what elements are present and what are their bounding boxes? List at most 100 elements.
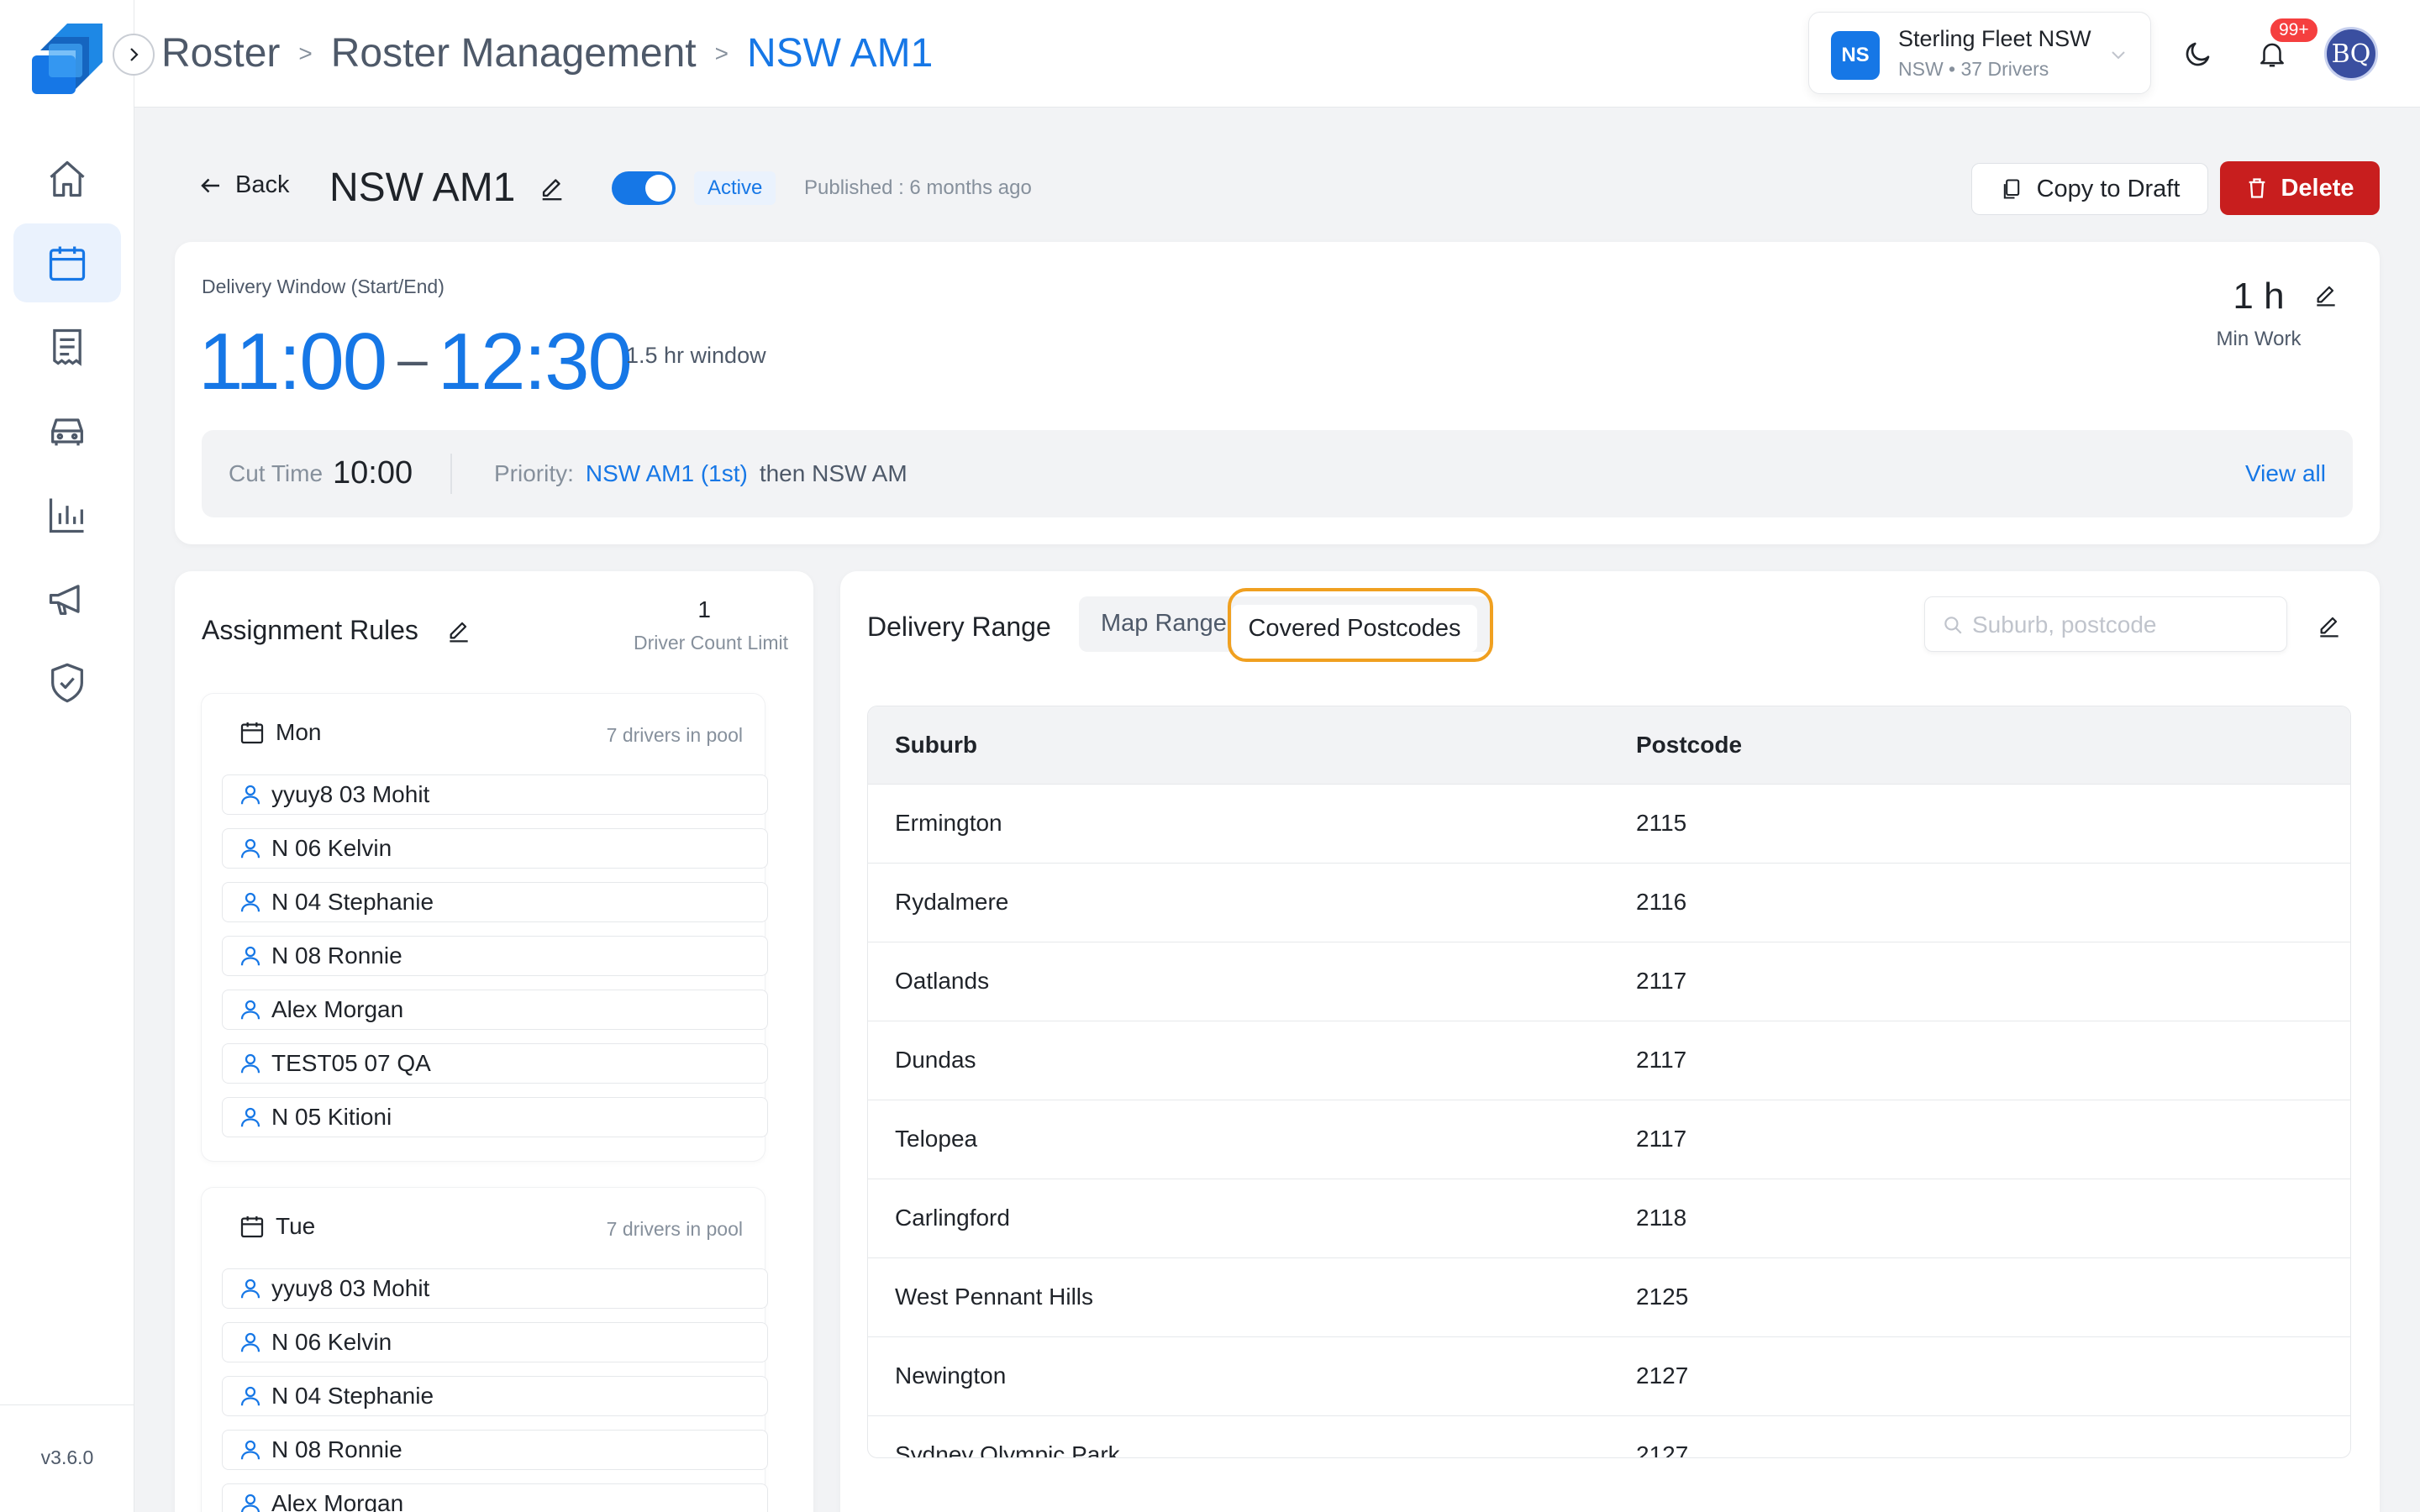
edit-title-icon[interactable] xyxy=(538,173,566,202)
postcode-cell: 2125 xyxy=(1636,1284,1689,1310)
breadcrumb-roster[interactable]: Roster xyxy=(161,30,280,76)
page-title: NSW AM1 xyxy=(329,165,516,210)
column-suburb[interactable]: Suburb xyxy=(895,732,977,759)
theme-toggle-button[interactable] xyxy=(2175,30,2222,77)
postcode-cell: 2127 xyxy=(1636,1441,1689,1458)
chevron-right-icon xyxy=(124,45,144,65)
nav-orders[interactable] xyxy=(13,307,121,386)
divider xyxy=(450,454,452,494)
delete-button[interactable]: Delete xyxy=(2220,161,2380,215)
time-separator: – xyxy=(397,328,428,389)
sidebar-divider xyxy=(0,1404,134,1405)
suburb-cell: Newington xyxy=(895,1362,1007,1389)
user-avatar[interactable]: BQ xyxy=(2324,27,2378,81)
table-row[interactable]: Newington 2127 xyxy=(868,1336,2350,1415)
driver-chip[interactable]: Alex Morgan xyxy=(222,990,768,1030)
tab-map-range[interactable]: Map Range xyxy=(1101,610,1227,638)
priority-label: Priority: xyxy=(494,460,574,486)
cut-time-row: Cut Time 10:00 Priority: NSW AM1 (1st) the… xyxy=(202,430,2353,517)
driver-chip[interactable]: N 04 Stephanie xyxy=(222,1376,768,1416)
cut-time-value: 10:00 xyxy=(333,455,413,491)
org-subtitle: NSW • 37 Drivers xyxy=(1898,58,2049,80)
user-icon xyxy=(238,1051,263,1076)
assignment-rules-title: Assignment Rules xyxy=(202,615,418,645)
driver-count-label: Driver Count Limit xyxy=(633,632,788,654)
driver-name: N 04 Stephanie xyxy=(271,1383,434,1409)
driver-chip[interactable]: Alex Morgan xyxy=(222,1483,768,1512)
suburb-cell: Oatlands xyxy=(895,968,990,994)
edit-rules-icon[interactable] xyxy=(445,617,472,643)
organization-switcher[interactable]: NS Sterling Fleet NSW NSW • 37 Drivers xyxy=(1808,12,2151,94)
active-toggle[interactable] xyxy=(612,171,676,205)
user-icon xyxy=(238,943,263,969)
search-input[interactable] xyxy=(1972,609,2275,641)
table-row[interactable]: West Pennant Hills 2125 xyxy=(868,1257,2350,1336)
published-time: Published : 6 months ago xyxy=(804,176,1032,199)
receipt-icon xyxy=(45,325,89,369)
edit-range-icon[interactable] xyxy=(2316,612,2343,638)
copy-to-draft-button[interactable]: Copy to Draft xyxy=(1971,163,2208,215)
driver-count-limit: 1 Driver Count Limit xyxy=(620,596,788,654)
nav-announcements[interactable] xyxy=(13,559,121,638)
driver-chip[interactable]: N 06 Kelvin xyxy=(222,1322,768,1362)
pool-count: 7 drivers in pool xyxy=(606,1218,743,1240)
edit-window-icon[interactable] xyxy=(2312,281,2339,307)
nav-home[interactable] xyxy=(13,139,121,218)
nav-roster[interactable] xyxy=(13,223,121,302)
driver-name: Alex Morgan xyxy=(271,996,404,1022)
priority-first[interactable]: NSW AM1 (1st) xyxy=(586,460,748,486)
shield-check-icon xyxy=(45,661,89,705)
nav-security[interactable] xyxy=(13,643,121,722)
column-postcode[interactable]: Postcode xyxy=(1636,732,1742,759)
user-icon xyxy=(238,782,263,807)
breadcrumb-roster-management[interactable]: Roster Management xyxy=(331,30,697,76)
driver-chip[interactable]: N 05 Kitioni xyxy=(222,1097,768,1137)
tab-covered-postcodes[interactable]: Covered Postcodes xyxy=(1232,605,1477,652)
driver-chip[interactable]: N 06 Kelvin xyxy=(222,828,768,869)
calendar-icon xyxy=(45,241,89,285)
table-row[interactable]: Rydalmere 2116 xyxy=(868,863,2350,942)
driver-name: N 08 Ronnie xyxy=(271,1436,402,1462)
driver-name: yyuy8 03 Mohit xyxy=(271,781,430,807)
table-row[interactable]: Telopea 2117 xyxy=(868,1100,2350,1179)
breadcrumb-separator: > xyxy=(714,39,729,66)
sidebar: v3.6.0 xyxy=(0,0,134,1512)
window-end: 12:30 xyxy=(437,317,633,407)
view-all-link[interactable]: View all xyxy=(2245,460,2326,487)
app-version: v3.6.0 xyxy=(40,1446,94,1468)
user-icon xyxy=(238,1383,263,1409)
user-icon xyxy=(238,890,263,915)
window-duration: 1.5 hr window xyxy=(626,343,766,368)
moon-icon xyxy=(2183,39,2213,69)
back-button[interactable]: Back xyxy=(198,171,289,199)
table-row[interactable]: Sydney Olympic Park 2127 xyxy=(868,1415,2350,1458)
sidebar-toggle-button[interactable] xyxy=(113,34,155,76)
driver-chip[interactable]: N 04 Stephanie xyxy=(222,882,768,922)
nav-reports[interactable] xyxy=(13,475,121,554)
suburb-cell: Sydney Olympic Park xyxy=(895,1441,1120,1458)
user-icon xyxy=(238,1437,263,1462)
driver-name: N 06 Kelvin xyxy=(271,1329,392,1355)
driver-chip[interactable]: yyuy8 03 Mohit xyxy=(222,774,768,815)
window-start: 11:00 xyxy=(198,317,387,407)
table-row[interactable]: Dundas 2117 xyxy=(868,1021,2350,1100)
postcode-cell: 2117 xyxy=(1636,968,1687,994)
table-row[interactable]: Ermington 2115 xyxy=(868,784,2350,863)
table-row[interactable]: Oatlands 2117 xyxy=(868,942,2350,1021)
delivery-range-title: Delivery Range xyxy=(867,612,1051,642)
driver-chip[interactable]: yyuy8 03 Mohit xyxy=(222,1268,768,1309)
suburb-cell: West Pennant Hills xyxy=(895,1284,1094,1310)
back-label: Back xyxy=(235,171,290,198)
table-row[interactable]: Carlingford 2118 xyxy=(868,1179,2350,1257)
table-header: Suburb Postcode xyxy=(868,706,2350,784)
nav-vehicles[interactable] xyxy=(13,391,121,470)
breadcrumb: Roster > Roster Management > NSW AM1 xyxy=(161,30,933,76)
driver-chip[interactable]: N 08 Ronnie xyxy=(222,1430,768,1470)
app-logo[interactable] xyxy=(30,22,104,96)
pool-count: 7 drivers in pool xyxy=(606,724,743,746)
driver-chip[interactable]: N 08 Ronnie xyxy=(222,936,768,976)
postcode-cell: 2116 xyxy=(1636,889,1687,915)
driver-chip[interactable]: TEST05 07 QA xyxy=(222,1043,768,1084)
delivery-window-card: Delivery Window (Start/End) 11:00–12:30 … xyxy=(175,242,2380,544)
cut-time-label: Cut Time xyxy=(229,460,324,486)
